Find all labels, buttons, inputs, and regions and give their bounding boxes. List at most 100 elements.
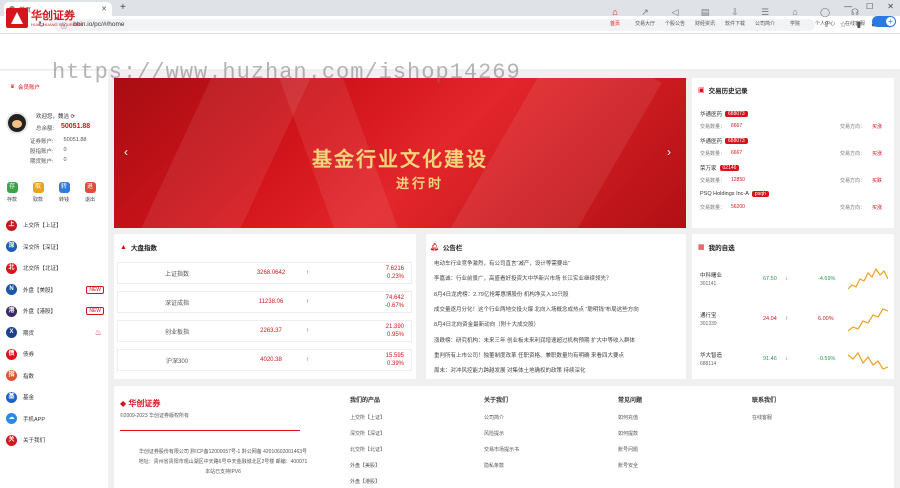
notice-item[interactable]: 8月4日龙虎榜：2.79亿抢筹惠博股份 机构净买入10只股: [434, 290, 680, 298]
footer-link[interactable]: 账号问题: [618, 446, 638, 453]
footer-link[interactable]: 北交所【北证】: [350, 446, 385, 453]
trade-direction-label: 交易方向：: [840, 151, 866, 157]
logo-text: 华创证券: [31, 9, 75, 22]
footer-logo-text: 华创证券: [128, 399, 161, 408]
welcome-text: 欢迎您，魏洁 ⟳: [36, 112, 75, 120]
crown-icon: ♛: [10, 84, 15, 90]
nav-item-label: 软件下载: [724, 21, 745, 27]
index-row[interactable]: 上证指数 3268.0642 ↑ 7.6216 0.23%: [117, 262, 412, 284]
index-name: 沪深300: [165, 358, 188, 365]
index-change: 21.390 0.95%: [309, 323, 404, 339]
company-icon: ☰: [760, 7, 770, 17]
index-row[interactable]: 沪深300 4020.38 ↑ 15.595 0.39%: [117, 349, 412, 371]
footer-link[interactable]: 隐私条款: [484, 462, 504, 469]
banner-title: 基金行业文化建设: [312, 147, 488, 171]
sidebar-item-5[interactable]: X 期货 ♨: [6, 326, 104, 340]
sidebar-item-8[interactable]: 基基金: [6, 390, 104, 404]
sidebar-item-label: 北交所【北证】: [23, 266, 62, 272]
quick-action-3[interactable]: 退退出: [78, 182, 102, 203]
nav-item-6[interactable]: ⌂ 学院: [780, 8, 810, 28]
watch-stock-price: 67.50: [763, 276, 777, 282]
sidebar-item-6[interactable]: 债债券: [6, 347, 104, 361]
nav-item-0[interactable]: ⌂ 首页: [600, 7, 630, 28]
quick-action-0[interactable]: 存存款: [0, 182, 24, 203]
footer-link[interactable]: 公司简介: [484, 414, 504, 421]
watch-stock-pct: 6.00%: [818, 316, 834, 322]
footer-link[interactable]: 外盘【港股】: [350, 478, 380, 485]
sidebar-item-7[interactable]: 指指数: [6, 369, 104, 383]
footer-link[interactable]: 账号安全: [618, 462, 638, 469]
index-change-pct: -0.67%: [384, 303, 404, 309]
watch-stock-name[interactable]: 华大智造: [700, 351, 722, 359]
footer-link[interactable]: 在线客服: [752, 414, 772, 421]
footer-address-line: 本站已支持IPV6: [205, 469, 241, 475]
notice-item[interactable]: 电动车行业竞争激烈，有公司直言“减产，设计等需要出”: [434, 259, 680, 267]
sidebar-item-1[interactable]: 深深交所【深证】: [6, 240, 104, 254]
footer-link[interactable]: 如何提款: [618, 430, 638, 437]
new-tab-icon[interactable]: +: [120, 2, 126, 13]
footer-link[interactable]: 如何充值: [618, 414, 638, 421]
notice-item[interactable]: 李嘉诚：行业前景广，高盛看好投资大中华新兴市场 长江实业继续领先？: [434, 274, 680, 282]
banner-subtitle: 进行时: [395, 177, 444, 192]
notice-item[interactable]: 成交量逐月分化！这个行业两地交投火爆 北向入场概念成热点 “聪明钱”布局这些方向: [434, 305, 680, 313]
trade-direction-label: 交易方向：: [840, 205, 866, 211]
watch-stock-name[interactable]: 通行宝: [700, 311, 717, 319]
sidebar-item-label: 外盘【美股】: [23, 287, 57, 294]
footer-link[interactable]: 交易市场提示书: [484, 446, 519, 453]
hero-banner[interactable]: 基金行业文化建设 进行时: [114, 78, 686, 228]
sidebar-item-4[interactable]: 港外盘【港股】 NEW: [6, 304, 104, 318]
nav-item-1[interactable]: ↗ 交易大厅: [630, 8, 660, 28]
index-price: 3268.0642: [256, 270, 286, 276]
notice-item[interactable]: 重判所有上市公司！独董制度改革 任职资格、兼职数量均有明确 来看四大要点: [434, 351, 680, 359]
account-row: 证券账户: 50051.88: [30, 137, 86, 145]
banner-next-icon[interactable]: ›: [667, 145, 671, 159]
quick-action-label: 存款: [6, 197, 17, 203]
sidebar-item-10[interactable]: 关关于我们: [6, 433, 104, 447]
index-change-pct: 0.39%: [386, 361, 404, 367]
nav-item-4[interactable]: ⇩ 软件下载: [720, 8, 750, 28]
nav-item-8[interactable]: ☊ 在线客服: [840, 8, 870, 28]
sidebar-item-0[interactable]: 上上交所【上证】: [6, 218, 104, 232]
notice-title-text: 公告栏: [442, 245, 463, 252]
home-icon: ⌂: [612, 7, 618, 17]
notice-item[interactable]: 周末：对冲风控能力跨越发展 对集体土地确权的政策 持续深化: [434, 366, 680, 374]
quick-action-1[interactable]: 取取款: [26, 182, 50, 203]
watch-stock-code: 301141: [700, 281, 717, 287]
sidebar-item-9[interactable]: ☁ 手机APP: [6, 412, 104, 426]
nav-item-2[interactable]: ◁ 个股公告: [660, 8, 690, 28]
market-index-title: ▲ 大盘指数: [120, 242, 157, 253]
index-name: 深证成指: [164, 300, 189, 307]
footer-link[interactable]: 深交所【深证】: [350, 430, 385, 437]
nav-item-3[interactable]: ▤ 财经资讯: [690, 8, 720, 28]
notice-item[interactable]: 涨跌榜：研究机构：未来三年 创业板未来利润增速超过机构预期 扩大中等收入群体: [434, 336, 680, 344]
trade-stock-code: 688073: [725, 138, 748, 144]
account-row: 股指账户: 0: [30, 147, 67, 155]
refresh-icon[interactable]: ⟳: [71, 114, 76, 120]
footer-divider: [120, 430, 300, 431]
footer-link[interactable]: 风险提示: [484, 430, 504, 437]
chart-icon: ▲: [120, 243, 127, 251]
notice-item[interactable]: 8月4日北向资金最新动向（附十大成交股）: [434, 320, 680, 328]
site-logo[interactable]: 华创证券 HUA CHUANG SECURITIES: [6, 8, 83, 28]
sidebar-item-2[interactable]: 北北交所【北证】: [6, 261, 104, 275]
index-row[interactable]: 创业板指 2263.37 ↑ 21.390 0.95%: [117, 320, 412, 342]
account-row-value: 0: [63, 147, 67, 153]
quick-action-2[interactable]: 转转钱: [52, 182, 76, 203]
index-row[interactable]: 深证成指 11238.06 ↑ 74.642 -0.67%: [117, 291, 412, 313]
nav-item-5[interactable]: ☰ 公司简介: [750, 7, 780, 28]
footer-link[interactable]: 外盘【美股】: [350, 462, 380, 469]
sidebar-item-3[interactable]: N 外盘【美股】 NEW: [6, 283, 104, 297]
close-window-icon[interactable]: ✕: [887, 2, 894, 11]
index-name: 上证指数: [164, 271, 189, 278]
avatar[interactable]: [6, 112, 28, 134]
close-tab-icon[interactable]: ✕: [101, 5, 107, 13]
footer-logo: ◆ 华创证券: [120, 398, 160, 409]
trade-stock-code: 02146: [719, 165, 740, 171]
footer-link[interactable]: 上交所【上证】: [350, 414, 385, 421]
watch-stock-name[interactable]: 中科曙业: [700, 271, 722, 279]
watermark-text: https://www.huzhan.com/ishop14269: [52, 60, 521, 85]
footer-column-title: 我们的产品: [350, 398, 381, 404]
toggle-switch[interactable]: [872, 16, 896, 27]
banner-prev-icon[interactable]: ‹: [124, 145, 128, 159]
nav-item-7[interactable]: ◯ 个人中心: [810, 8, 840, 28]
